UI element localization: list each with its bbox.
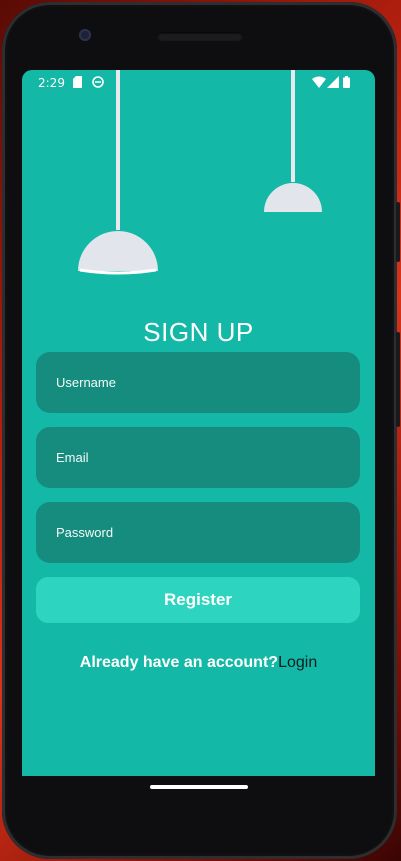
signal-icon: [327, 76, 339, 88]
status-time: 2:29: [38, 76, 65, 90]
phone-frame: 2:29 SIGN UP Username Email Register Alr…: [2, 2, 400, 859]
lamp-right-icon: [264, 183, 322, 212]
lamp-left-icon: [78, 231, 158, 275]
status-bar: 2:29: [22, 70, 375, 96]
username-field[interactable]: [36, 352, 360, 413]
lamp-cord-right: [291, 70, 295, 182]
username-input[interactable]: [54, 374, 360, 391]
password-input[interactable]: [54, 524, 360, 541]
login-link[interactable]: Login: [278, 654, 317, 671]
email-field[interactable]: [36, 427, 360, 488]
power-button: [396, 202, 400, 262]
wifi-icon: [312, 76, 326, 88]
password-field[interactable]: [36, 502, 360, 563]
page-title: SIGN UP: [143, 317, 254, 347]
register-button[interactable]: Register: [36, 577, 360, 623]
app-screen: 2:29 SIGN UP Username Email Register Alr…: [22, 70, 375, 776]
login-prompt: Already have an account?Login: [22, 654, 375, 672]
earpiece-speaker: [157, 32, 243, 41]
app-notification-icon: [92, 76, 104, 88]
battery-icon: [343, 76, 350, 88]
front-camera: [79, 29, 91, 41]
already-account-text: Already have an account?: [79, 654, 279, 671]
sd-card-icon: [73, 76, 82, 88]
email-input[interactable]: [54, 449, 360, 466]
lamp-cord-left: [116, 70, 120, 230]
volume-button: [396, 332, 400, 427]
home-indicator[interactable]: [150, 785, 248, 789]
